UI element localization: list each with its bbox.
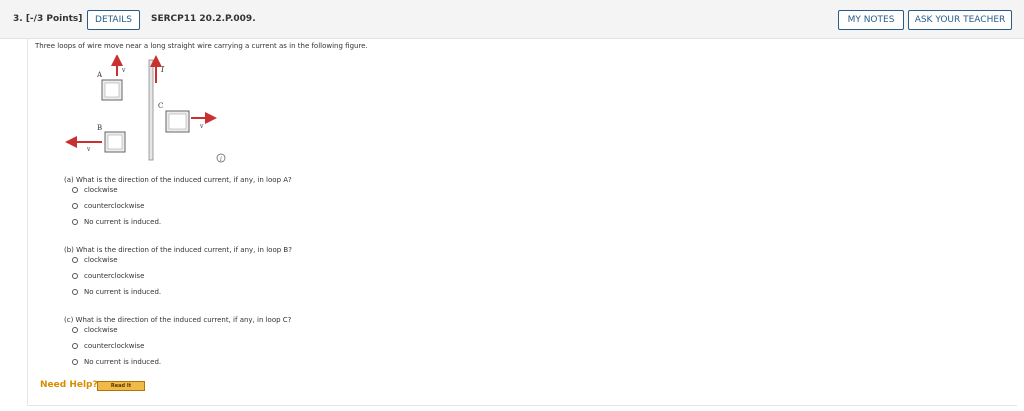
question-header: 3. [-/3 Points] DETAILS SERCP11 20.2.P.0… [0, 0, 1024, 39]
part-c-option-clockwise[interactable]: clockwise [72, 326, 118, 334]
info-icon[interactable]: i [216, 153, 226, 163]
loop-b-velocity-label: v [86, 146, 91, 153]
radio-button[interactable] [72, 327, 78, 333]
option-label: clockwise [84, 186, 118, 194]
loop-a-velocity-label: v [121, 67, 126, 74]
radio-button[interactable] [72, 203, 78, 209]
part-b-option-no-current[interactable]: No current is induced. [72, 288, 161, 296]
question-part-a: (a) What is the direction of the induced… [64, 176, 292, 184]
radio-button[interactable] [72, 219, 78, 225]
part-a-option-clockwise[interactable]: clockwise [72, 186, 118, 194]
read-it-button[interactable]: Read It [97, 381, 145, 391]
need-help-label: Need Help? [40, 380, 98, 390]
my-notes-button[interactable]: MY NOTES [838, 10, 904, 30]
question-part-c: (c) What is the direction of the induced… [64, 316, 292, 324]
option-label: clockwise [84, 256, 118, 264]
question-part-b: (b) What is the direction of the induced… [64, 246, 292, 254]
radio-button[interactable] [72, 359, 78, 365]
question-intro: Three loops of wire move near a long str… [35, 42, 368, 50]
part-b-option-clockwise[interactable]: clockwise [72, 256, 118, 264]
info-icon-glyph: i [220, 156, 222, 163]
question-points: 3. [-/3 Points] [13, 14, 83, 24]
part-b-option-counterclockwise[interactable]: counterclockwise [72, 272, 144, 280]
radio-button[interactable] [72, 289, 78, 295]
details-button[interactable]: DETAILS [87, 10, 140, 30]
part-a-option-counterclockwise[interactable]: counterclockwise [72, 202, 144, 210]
loop-c-label: C [158, 102, 163, 110]
option-label: counterclockwise [84, 272, 145, 280]
option-label: counterclockwise [84, 202, 145, 210]
loop-a-inner [104, 82, 120, 98]
radio-button[interactable] [72, 187, 78, 193]
straight-wire [148, 59, 154, 161]
option-label: No current is induced. [84, 218, 162, 226]
part-a-option-no-current[interactable]: No current is induced. [72, 218, 161, 226]
question-code: SERCP11 20.2.P.009. [151, 14, 256, 24]
radio-button[interactable] [72, 273, 78, 279]
option-label: clockwise [84, 326, 118, 334]
wire-loops-figure: I A v B v C v i [65, 55, 226, 163]
loop-c-inner [168, 113, 187, 130]
radio-button[interactable] [72, 343, 78, 349]
option-label: No current is induced. [84, 288, 162, 296]
option-label: No current is induced. [84, 358, 162, 366]
ask-your-teacher-button[interactable]: ASK YOUR TEACHER [908, 10, 1012, 30]
loop-b-inner [107, 134, 123, 150]
current-label: I [160, 65, 165, 74]
loop-b-label: B [97, 124, 102, 132]
radio-button[interactable] [72, 257, 78, 263]
part-c-option-no-current[interactable]: No current is induced. [72, 358, 161, 366]
option-label: counterclockwise [84, 342, 145, 350]
loop-a-label: A [96, 71, 103, 79]
loop-c-velocity-label: v [199, 123, 204, 130]
part-c-option-counterclockwise[interactable]: counterclockwise [72, 342, 144, 350]
